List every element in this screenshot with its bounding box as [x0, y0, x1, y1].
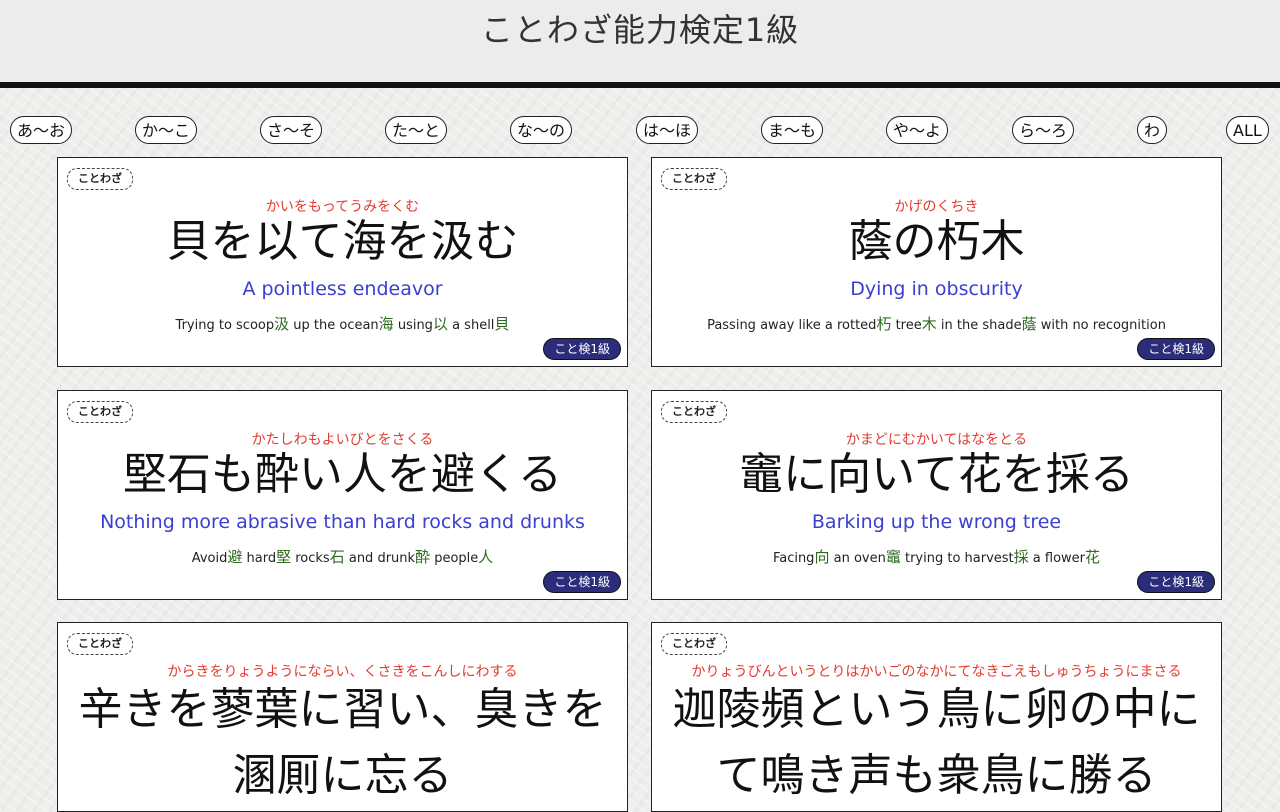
literal-text: using: [393, 318, 433, 333]
kanji-highlight: 向: [814, 548, 830, 566]
filter-ta-to-button[interactable]: た〜と: [385, 116, 448, 144]
proverb-phrase: 貝を以て海を汲む: [166, 216, 519, 267]
proverb-phrase: 迦陵頻という鳥に卵の中にて鳴き声も衆鳥に勝る: [672, 684, 1201, 801]
filter-sa-so-button[interactable]: さ〜そ: [260, 116, 323, 144]
literal-text: and drunk: [344, 551, 416, 566]
proverb-reading: かいをもってうみをくむ: [265, 199, 420, 215]
literal-text: trying to harvest: [900, 551, 1014, 566]
level-badge: こと検1級: [543, 338, 621, 360]
proverb-literal: Trying to scoop汲 up the ocean海 using以 a …: [58, 313, 627, 334]
proverb-tag: ことわざ: [661, 633, 727, 655]
kanji-highlight: 竈: [885, 548, 901, 566]
proverb-tag: ことわざ: [661, 168, 727, 190]
filter-a-o-button[interactable]: あ〜お: [10, 116, 73, 144]
page-title: ことわざ能力検定1級: [480, 11, 800, 49]
proverb-card[interactable]: ことわざ からきをりょうようにならい、くさきをこんしにわする 辛きを蓼葉に習い、…: [57, 622, 628, 812]
literal-text: an oven: [829, 551, 886, 566]
proverb-phrase: 竈に向いて花を採る: [739, 449, 1134, 500]
level-badge: こと検1級: [1137, 571, 1215, 593]
literal-text: Trying to scoop: [175, 318, 275, 333]
proverb-phrase: 辛きを蓼葉に習い、臭きを溷厠に忘る: [78, 684, 607, 801]
proverb-card[interactable]: ことわざ かたしわもよいびとをさくる 堅石も酔い人を避くる Nothing mo…: [57, 390, 628, 600]
proverb-reading: かたしわもよいびとをさくる: [251, 432, 434, 448]
kana-filter-nav: あ〜お か〜こ さ〜そ た〜と な〜の は〜ほ ま〜も や〜よ ら〜ろ わ AL…: [0, 116, 1280, 148]
level-badge: こと検1級: [1137, 338, 1215, 360]
filter-ha-ho-button[interactable]: は〜ほ: [636, 116, 699, 144]
kanji-highlight: 海: [378, 315, 394, 333]
proverb-card[interactable]: ことわざ かいをもってうみをくむ 貝を以て海を汲む A pointless en…: [57, 157, 628, 367]
kanji-highlight: 蔭: [1021, 315, 1037, 333]
proverb-reading: かまどにむかいてはなをとる: [845, 432, 1028, 448]
proverb-phrase: 蔭の朽木: [848, 216, 1025, 267]
kanji-highlight: 酔: [415, 548, 431, 566]
filter-wa-button[interactable]: わ: [1137, 116, 1168, 144]
literal-text: people: [430, 551, 479, 566]
literal-text: Passing away like a rotted: [707, 318, 877, 333]
proverb-tag: ことわざ: [67, 168, 133, 190]
proverb-literal: Avoid避 hard堅 rocks石 and drunk酔 people人: [58, 546, 627, 567]
proverb-literal: Facing向 an oven竈 trying to harvest採 a fl…: [652, 546, 1221, 567]
literal-text: a flower: [1028, 551, 1086, 566]
proverb-phrase: 堅石も酔い人を避くる: [122, 449, 563, 500]
filter-ra-ro-button[interactable]: ら〜ろ: [1012, 116, 1075, 144]
kanji-highlight: 採: [1013, 548, 1029, 566]
literal-text: in the shade: [936, 318, 1022, 333]
proverb-meaning: Dying in obscurity: [850, 278, 1023, 300]
kanji-highlight: 木: [921, 315, 937, 333]
kanji-highlight: 石: [329, 548, 345, 566]
kanji-highlight: 朽: [876, 315, 892, 333]
literal-text: up the ocean: [289, 318, 379, 333]
filter-ma-mo-button[interactable]: ま〜も: [761, 116, 824, 144]
literal-text: Avoid: [191, 551, 228, 566]
filter-ya-yo-button[interactable]: や〜よ: [886, 116, 949, 144]
proverb-reading: かげのくちき: [894, 199, 979, 215]
kanji-highlight: 花: [1085, 548, 1101, 566]
proverb-tag: ことわざ: [67, 401, 133, 423]
literal-text: Facing: [772, 551, 815, 566]
kanji-highlight: 人: [478, 548, 494, 566]
proverb-meaning: Barking up the wrong tree: [811, 511, 1062, 533]
level-badge: こと検1級: [543, 571, 621, 593]
kanji-highlight: 避: [227, 548, 243, 566]
proverb-card[interactable]: ことわざ かげのくちき 蔭の朽木 Dying in obscurity Pass…: [651, 157, 1222, 367]
kanji-highlight: 以: [432, 315, 448, 333]
filter-all-button[interactable]: ALL: [1226, 116, 1269, 144]
literal-text: hard: [242, 551, 277, 566]
filter-ka-ko-button[interactable]: か〜こ: [135, 116, 198, 144]
proverb-meaning: Nothing more abrasive than hard rocks an…: [100, 511, 585, 533]
filter-na-no-button[interactable]: な〜の: [510, 116, 573, 144]
proverb-card[interactable]: ことわざ かまどにむかいてはなをとる 竈に向いて花を採る Barking up …: [651, 390, 1222, 600]
proverb-tag: ことわざ: [661, 401, 727, 423]
proverb-meaning: A pointless endeavor: [242, 278, 443, 300]
literal-text: a shell: [447, 318, 495, 333]
kanji-highlight: 堅: [276, 548, 292, 566]
kanji-highlight: 貝: [494, 315, 510, 333]
proverb-card[interactable]: ことわざ かりょうびんというとりはかいごのなかにてなきごえもしゅうちょうにまさる…: [651, 622, 1222, 812]
proverb-tag: ことわざ: [67, 633, 133, 655]
literal-text: with no recognition: [1036, 318, 1166, 333]
literal-text: tree: [891, 318, 922, 333]
proverb-literal: Passing away like a rotted朽 tree木 in the…: [652, 313, 1221, 334]
kanji-highlight: 汲: [274, 315, 290, 333]
app-header: ことわざ能力検定1級: [0, 0, 1280, 88]
literal-text: rocks: [291, 551, 330, 566]
